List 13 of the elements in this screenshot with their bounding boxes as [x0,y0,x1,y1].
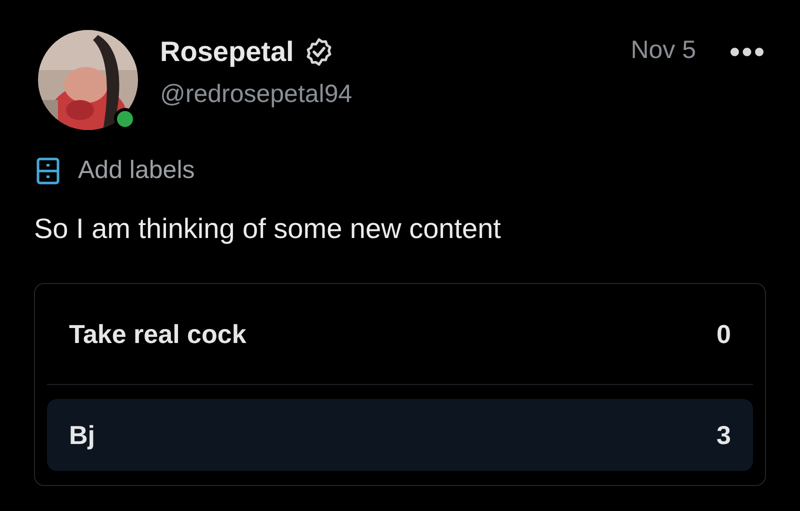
add-labels-link[interactable]: Add labels [78,156,195,185]
label-drawer-icon[interactable] [36,156,60,184]
option-label: Take real cock [69,318,246,350]
author-handle[interactable]: @redrosepetal94 [160,80,631,109]
post-date: Nov 5 [630,36,696,65]
poll-option[interactable]: Take real cock 0 [47,284,753,385]
vote-count: 3 [716,420,731,450]
option-label: Bj [69,420,95,450]
more-options-icon[interactable] [730,47,764,57]
post-text: So I am thinking of some new content [34,213,502,245]
author-name[interactable]: Rosepetal [160,36,294,68]
vote-count: 0 [716,318,731,350]
poll-option[interactable]: Bj 3 [47,399,753,471]
